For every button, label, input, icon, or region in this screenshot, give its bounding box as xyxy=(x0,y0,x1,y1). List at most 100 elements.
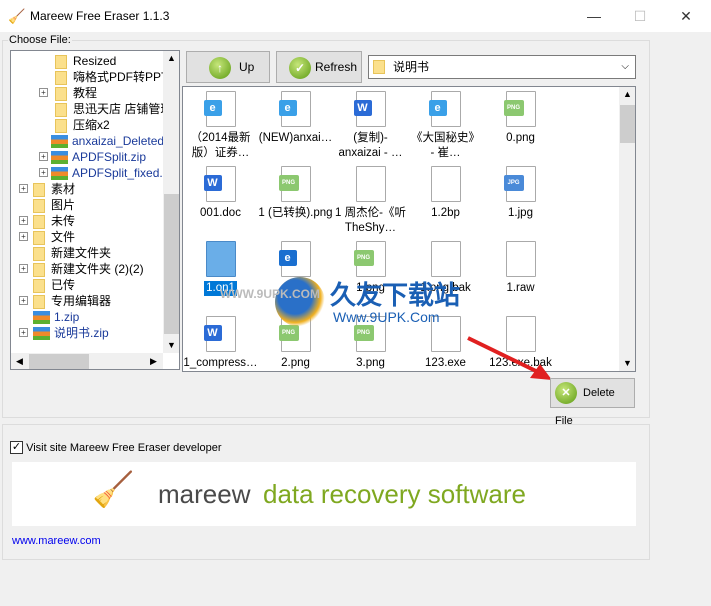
tree-item[interactable]: 说明书.zip xyxy=(33,325,109,341)
maximize-button[interactable]: ☐ xyxy=(617,0,663,32)
png-file-icon: PNG xyxy=(503,91,536,127)
zip-archive-icon xyxy=(33,311,50,325)
tree-item-label: 1.zip xyxy=(54,310,80,324)
file-item[interactable]: PNG 1.png xyxy=(333,241,408,296)
tree-item[interactable]: 素材 xyxy=(33,181,75,197)
chevron-down-icon[interactable]: ⌵ xyxy=(621,56,629,78)
folder-combo[interactable]: 说明书 ⌵ xyxy=(368,55,636,79)
scroll-right-icon[interactable]: ▶ xyxy=(150,356,157,367)
tree-item[interactable]: 新建文件夹 (2)(2) xyxy=(33,261,144,277)
tree-vertical-scrollbar[interactable]: ▲ ▼ xyxy=(163,51,179,353)
tree-item-label: 未传 xyxy=(51,214,76,228)
tree-item-label: 新建文件夹 (2)(2) xyxy=(51,262,144,276)
expand-plus-icon[interactable]: + xyxy=(19,296,28,305)
expand-plus-icon[interactable]: + xyxy=(39,152,48,161)
scroll-left-icon[interactable]: ◀ xyxy=(16,356,23,367)
folder-icon xyxy=(55,70,67,85)
file-item[interactable]: PNG 3.png xyxy=(333,316,408,371)
expand-plus-icon[interactable]: + xyxy=(19,264,28,273)
png-file-icon: PNG xyxy=(353,241,386,277)
file-item[interactable]: PNG 1 (已转换).png xyxy=(258,166,333,221)
tree-item[interactable]: 新建文件夹 xyxy=(33,245,111,261)
file-item[interactable]: W 001.doc xyxy=(183,166,258,221)
file-name: (NEW)anxai… xyxy=(258,132,333,144)
checkbox-check-icon[interactable]: ✓ xyxy=(10,441,23,454)
file-item[interactable]: PNG 2.png xyxy=(258,316,333,371)
minimize-button[interactable]: — xyxy=(571,0,617,32)
tree-item[interactable]: 嗨格式PDF转PPT xyxy=(55,69,168,85)
file-name: 1 (已转换).png xyxy=(258,207,333,219)
file-item[interactable]: PNG 0.png xyxy=(483,91,558,146)
tree-item[interactable]: 已传 xyxy=(33,277,75,293)
scroll-up-icon[interactable]: ▲ xyxy=(623,89,632,99)
file-item[interactable]: e 1.pdf xyxy=(258,241,333,296)
up-button[interactable]: ↑ Up xyxy=(186,51,270,83)
scroll-up-icon[interactable]: ▲ xyxy=(167,53,176,63)
file-name: 0.png xyxy=(506,132,535,144)
mareew-banner[interactable]: 🧹 mareew data recovery software xyxy=(12,462,636,526)
file-name: 3.png xyxy=(356,357,385,369)
tree-item-label: 思迅天店 店铺管理 xyxy=(73,102,173,116)
file-item[interactable]: W (复制)-anxaizai - … xyxy=(333,91,408,161)
tree-item[interactable]: APDFSplit.zip xyxy=(51,149,146,165)
file-item[interactable]: W 1_compress… xyxy=(183,316,258,371)
tree-item-label: 已传 xyxy=(51,278,76,292)
zip-archive-icon xyxy=(33,327,50,341)
tree-item[interactable]: 教程 xyxy=(55,85,97,101)
file-item[interactable]: 1.on1 xyxy=(183,241,258,296)
jpg-file-icon: JPG xyxy=(503,166,536,202)
visit-site-checkbox[interactable]: ✓ Visit site Mareew Free Eraser develope… xyxy=(10,441,222,455)
tree-item[interactable]: 文件 xyxy=(33,229,75,245)
expand-plus-icon[interactable]: + xyxy=(39,88,48,97)
tree-item[interactable]: 思迅天店 店铺管理 xyxy=(55,101,172,117)
red-arrow-annotation xyxy=(467,336,552,380)
close-button[interactable]: ✕ xyxy=(663,0,709,32)
folder-icon xyxy=(33,214,45,229)
expand-plus-icon[interactable]: + xyxy=(19,328,28,337)
tree-item[interactable]: 未传 xyxy=(33,213,75,229)
files-vertical-scrollbar[interactable]: ▲ ▼ xyxy=(619,87,635,371)
file-name: 1.raw xyxy=(506,282,535,294)
tree-hscroll-thumb[interactable] xyxy=(29,354,89,369)
website-link[interactable]: www.mareew.com xyxy=(12,535,101,547)
tree-item[interactable]: 专用编辑器 xyxy=(33,293,111,309)
blank-file-icon xyxy=(505,241,536,277)
file-item[interactable]: e (NEW)anxai… xyxy=(258,91,333,146)
file-list[interactable]: e （2014最新版）证券… e (NEW)anxai… W (复制)-anxaizai … xyxy=(182,86,636,372)
folder-icon xyxy=(33,230,45,245)
expand-plus-icon[interactable]: + xyxy=(19,184,28,193)
tree-item[interactable]: 1.zip xyxy=(33,309,79,325)
tree-scroll-thumb[interactable] xyxy=(164,194,179,334)
expand-plus-icon[interactable]: + xyxy=(19,232,28,241)
delete-file-button[interactable]: ✕ Delete File xyxy=(550,378,635,427)
tree-item[interactable]: 图片 xyxy=(33,197,75,213)
tree-item[interactable]: Resized xyxy=(55,53,116,69)
file-item[interactable]: 1.png.bak xyxy=(408,241,483,296)
file-item[interactable]: 1.2bp xyxy=(408,166,483,221)
folder-icon xyxy=(33,294,45,309)
file-item[interactable]: JPG 1.jpg xyxy=(483,166,558,221)
files-scroll-thumb[interactable] xyxy=(620,105,635,143)
file-item[interactable]: 1 周杰伦-《听TheShy… xyxy=(333,166,408,236)
tree-item[interactable]: APDFSplit_fixed.zip xyxy=(51,165,178,181)
file-name: 2.png xyxy=(281,357,310,369)
tree-item-label: 新建文件夹 xyxy=(51,246,112,260)
scroll-down-icon[interactable]: ▼ xyxy=(623,358,632,368)
file-name: 001.doc xyxy=(200,207,241,219)
folder-icon xyxy=(55,54,67,69)
zip-archive-icon xyxy=(51,135,68,149)
file-name: 《大国秘史》 - 崔… xyxy=(411,132,480,159)
file-item[interactable]: 1.raw xyxy=(483,241,558,296)
folder-tree[interactable]: Resized 嗨格式PDF转PPT 教程 + 思迅天店 店铺管理 压缩x2 anxaiza… xyxy=(10,50,180,370)
scroll-down-icon[interactable]: ▼ xyxy=(167,340,176,350)
tree-item[interactable]: anxaizai_Deleted.zip xyxy=(51,133,179,149)
ie-pdf-file-icon: e xyxy=(278,241,311,277)
folder-icon xyxy=(33,262,45,277)
expand-plus-icon[interactable]: + xyxy=(19,216,28,225)
tree-item[interactable]: 压缩x2 xyxy=(55,117,110,133)
tree-horizontal-scrollbar[interactable]: ◀ ▶ xyxy=(11,353,163,369)
file-item[interactable]: e 《大国秘史》 - 崔… xyxy=(408,91,483,161)
file-item[interactable]: e （2014最新版）证券… xyxy=(183,91,258,161)
expand-plus-icon[interactable]: + xyxy=(39,168,48,177)
refresh-button[interactable]: ✓ Refresh xyxy=(276,51,362,83)
